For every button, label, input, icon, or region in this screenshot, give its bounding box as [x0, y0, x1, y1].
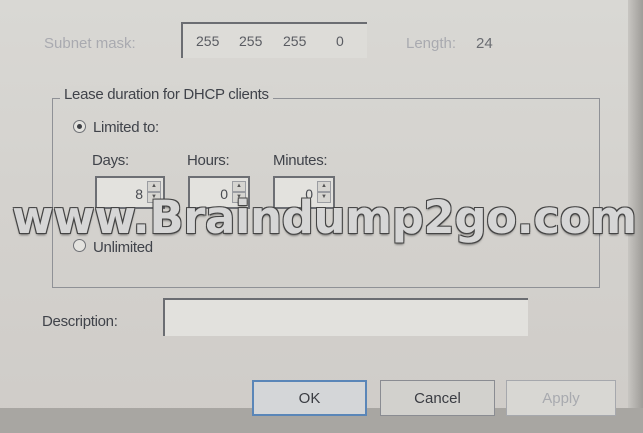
watermark-text: www.Braindump2go.com	[12, 191, 637, 244]
ok-button[interactable]: OK	[252, 380, 367, 416]
limited-radio[interactable]	[73, 120, 86, 133]
length-value: 24	[476, 35, 493, 52]
apply-button[interactable]: Apply	[506, 380, 616, 416]
subnet-octet-4: 0	[336, 33, 344, 49]
length-label: Length:	[406, 35, 457, 52]
subnet-octet-1: 255	[196, 33, 220, 49]
subnet-mask-field[interactable]: 255 255 255 0	[181, 22, 367, 58]
days-label: Days:	[92, 152, 129, 169]
minutes-label: Minutes:	[273, 152, 328, 169]
limited-label: Limited to:	[93, 119, 159, 136]
subnet-octet-2: 255	[239, 33, 263, 49]
subnet-mask-label: Subnet mask:	[44, 35, 136, 52]
description-label: Description:	[42, 313, 118, 330]
lease-duration-title: Lease duration for DHCP clients	[60, 86, 273, 103]
hours-label: Hours:	[187, 152, 230, 169]
radio-selected-dot	[77, 124, 82, 129]
cancel-button[interactable]: Cancel	[380, 380, 495, 416]
description-field[interactable]	[163, 298, 528, 336]
subnet-octet-3: 255	[283, 33, 307, 49]
